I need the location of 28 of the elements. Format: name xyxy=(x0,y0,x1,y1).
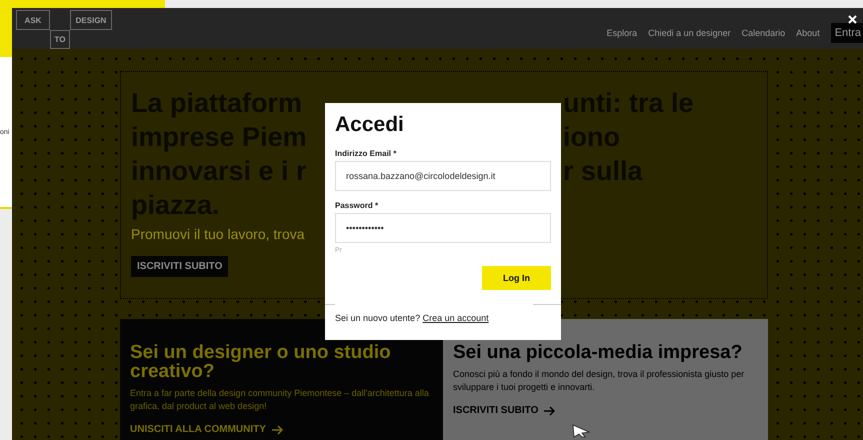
nav-link[interactable]: Calendario xyxy=(742,28,786,38)
card-description: Entra a far parte della design community Piemontese – dall'architettura alla grafica, dal product al web design! xyxy=(130,387,430,413)
logo-word: ASK xyxy=(16,10,50,30)
card-link[interactable]: UNISCITI ALLA COMMUNITY xyxy=(130,424,266,435)
hero-subtitle: Promuovi il tuo lavoro, trova xyxy=(131,226,305,242)
signup-prompt: Sei un nuovo utente? Crea un account xyxy=(335,313,490,323)
close-icon[interactable] xyxy=(848,15,857,24)
card-title: Sei un designer o uno studio creativo? xyxy=(130,343,392,381)
logo-word: TO xyxy=(50,30,70,49)
email-label: Indirizzo Email * xyxy=(335,149,398,158)
password-field[interactable]: •••••••••••• xyxy=(335,213,551,243)
nav-link[interactable]: Chiedi a un designer xyxy=(648,28,731,38)
create-account-link[interactable]: Crea un account xyxy=(422,313,489,323)
login-button[interactable]: Log In xyxy=(482,266,551,290)
nav-link[interactable]: Esplora xyxy=(606,28,638,38)
signup-button[interactable]: ISCRIVITI SUBITO xyxy=(131,256,228,277)
logo-word: DESIGN xyxy=(70,10,112,30)
password-label: Password * xyxy=(335,201,380,210)
login-nav-button[interactable]: Entra xyxy=(830,23,863,43)
email-field[interactable]: rossana.bazzano@circolodeldesign.it xyxy=(335,161,551,191)
arrow-right-icon xyxy=(270,424,283,434)
card-link[interactable]: ISCRIVITI SUBITO xyxy=(453,405,538,416)
nav-link[interactable]: About xyxy=(796,28,820,38)
card-title: Sei una piccola-media impresa? xyxy=(453,343,744,362)
card-description: Conosci più a fondo il mondo del design, trova il professionista giusto per sviluppare i tuoi progetti e innovarti. xyxy=(453,368,746,394)
mouse-cursor-icon xyxy=(572,424,590,438)
arrow-right-icon xyxy=(543,406,556,416)
dialog-title: Accedi xyxy=(335,113,405,137)
